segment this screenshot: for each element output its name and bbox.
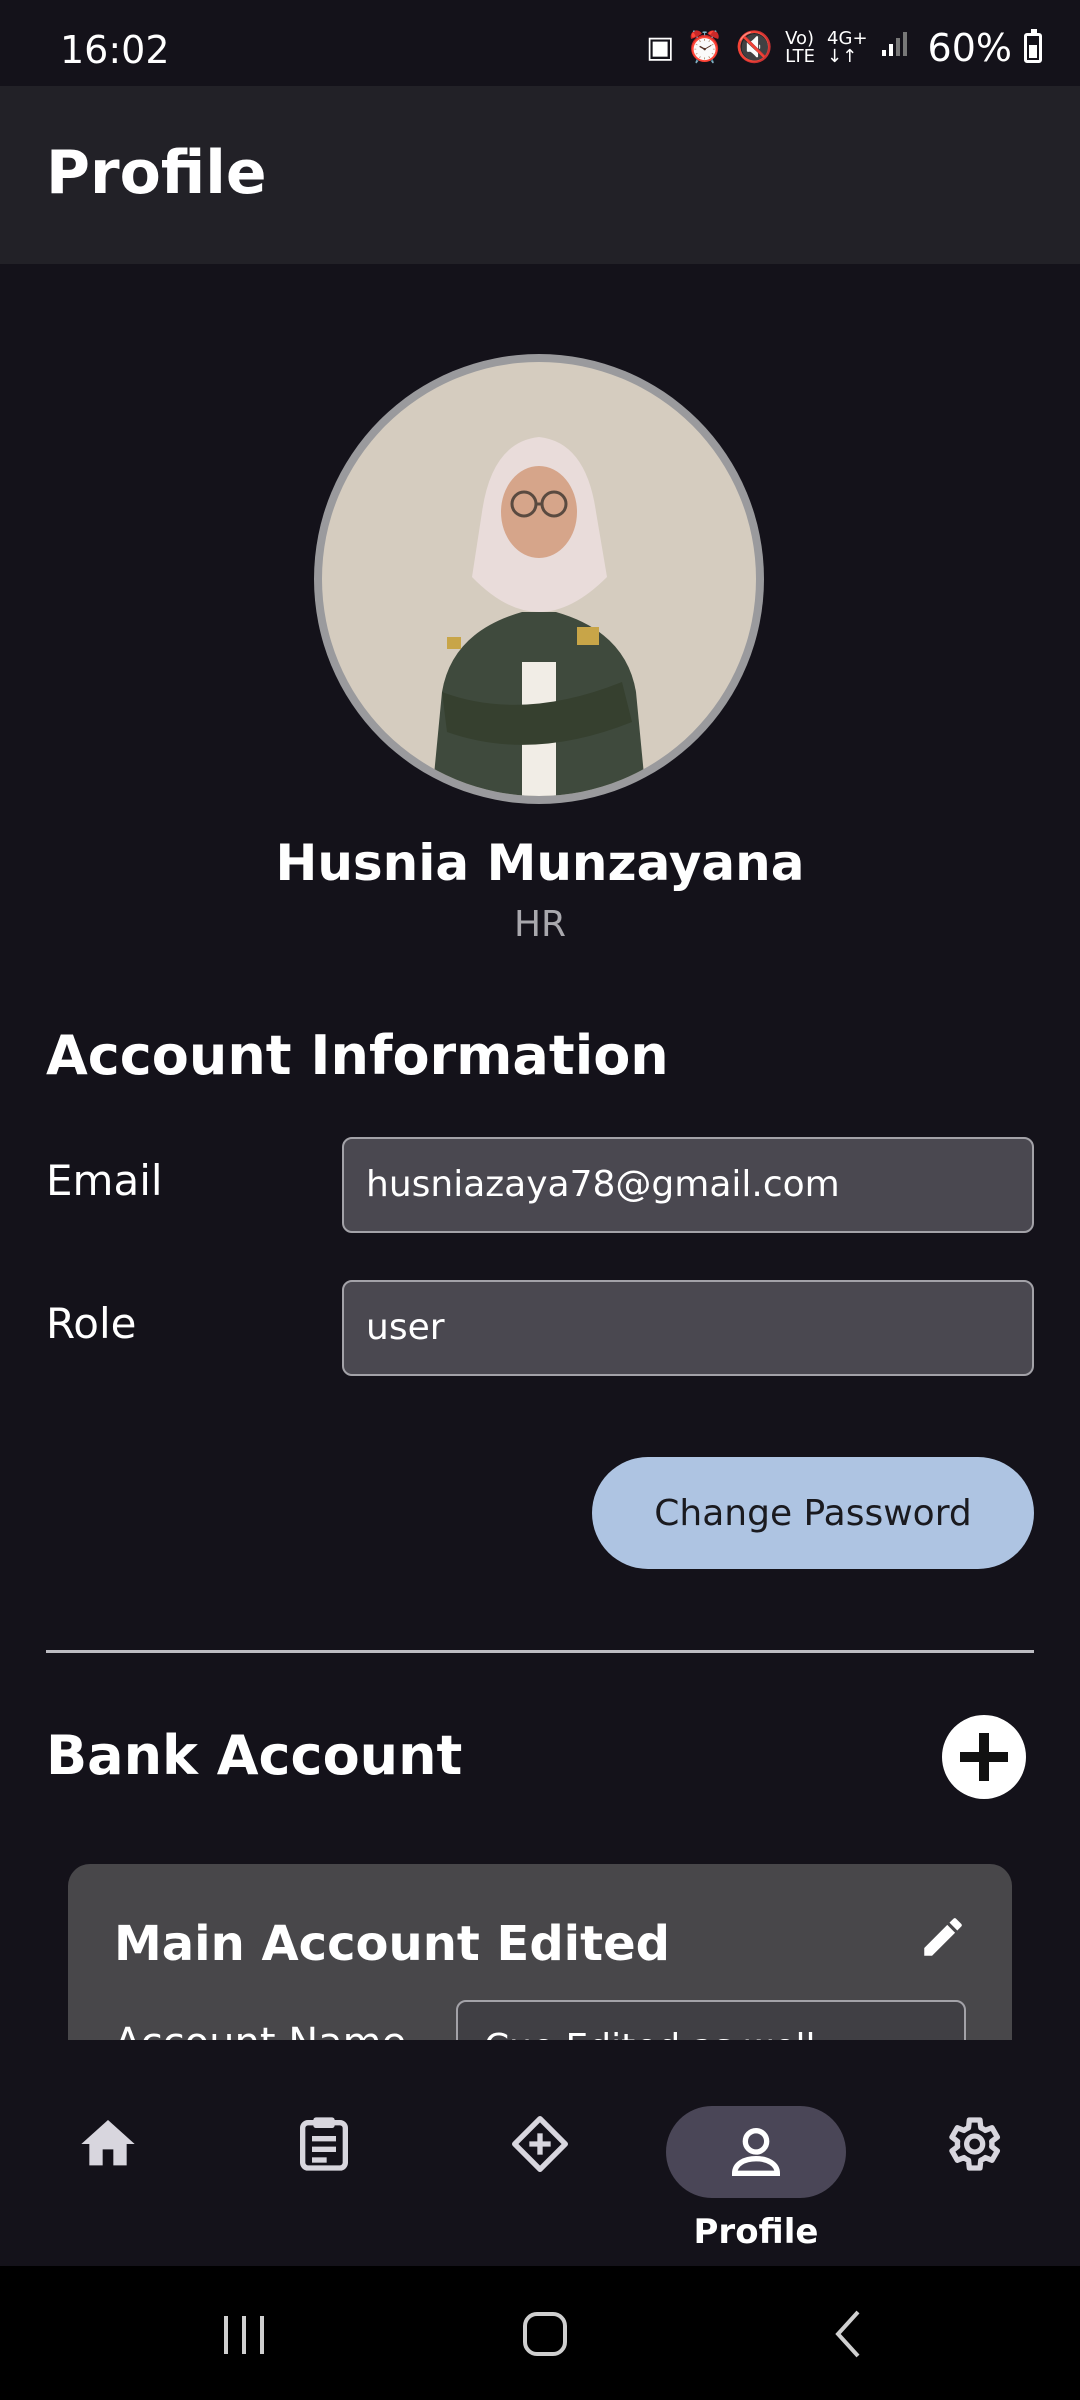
account-name-label: Account Name — [114, 2020, 406, 2040]
4g-plus-icon: 4G+ ↓↑ — [827, 28, 868, 67]
back-icon[interactable] — [820, 2304, 880, 2364]
app-bar: Profile — [0, 86, 1080, 264]
avatar[interactable] — [322, 362, 756, 796]
home-button-icon[interactable] — [515, 2304, 575, 2364]
email-field[interactable]: husniazaya78@gmail.com — [342, 1137, 1034, 1233]
nav-settings[interactable] — [882, 2072, 1062, 2222]
system-navigation-bar — [0, 2266, 1080, 2400]
alarm-icon: ⏰ — [686, 30, 724, 65]
person-icon — [731, 2128, 781, 2176]
list-icon — [300, 2117, 348, 2171]
volte-icon: Vo) LTE — [785, 28, 816, 67]
account-name-field[interactable]: Cue Edited as well — [456, 2000, 966, 2040]
bank-account-title: Bank Account — [46, 1724, 463, 1787]
account-information-title: Account Information — [46, 1024, 669, 1087]
bottom-navigation: Profile — [0, 2040, 1080, 2266]
nav-profile-label: Profile — [693, 2212, 819, 2252]
nav-request[interactable] — [450, 2072, 630, 2222]
email-label: Email — [46, 1156, 163, 1205]
battery-saver-icon: ▣ — [646, 30, 675, 65]
recent-apps-icon[interactable] — [214, 2304, 274, 2364]
settings-icon — [949, 2117, 1000, 2171]
nav-home[interactable] — [18, 2072, 198, 2222]
user-name: Husnia Munzayana — [275, 834, 805, 892]
change-password-button[interactable]: Change Password — [592, 1457, 1034, 1569]
profile-content[interactable]: Husnia Munzayana HR Account Information … — [0, 264, 1080, 2040]
status-icons: ▣ ⏰ 🔇 Vo) LTE 4G+ ↓↑ 60% — [646, 26, 1042, 70]
role-field[interactable]: user — [342, 1280, 1034, 1376]
edit-icon[interactable] — [918, 1912, 968, 1962]
add-bank-account-button[interactable] — [942, 1715, 1026, 1799]
divider — [46, 1650, 1034, 1653]
mute-icon: 🔇 — [735, 30, 774, 65]
signal-icon — [880, 28, 910, 69]
user-department: HR — [513, 904, 567, 945]
avatar-frame — [314, 354, 764, 804]
bank-card-title: Main Account Edited — [114, 1916, 670, 1972]
add-diamond-icon — [511, 2116, 568, 2172]
page-title: Profile — [46, 138, 267, 208]
role-label: Role — [46, 1299, 137, 1348]
home-icon — [81, 2120, 135, 2166]
bank-account-card: Main Account Edited Account Name Cue Edi… — [68, 1864, 1012, 2040]
status-time: 16:02 — [60, 28, 170, 72]
status-bar: 16:02 ▣ ⏰ 🔇 Vo) LTE 4G+ ↓↑ 60% — [0, 0, 1080, 86]
battery-percent: 60% — [927, 26, 1012, 70]
battery-icon — [1024, 29, 1042, 63]
nav-attendance[interactable] — [234, 2072, 414, 2222]
nav-profile[interactable]: Profile — [652, 2072, 860, 2252]
